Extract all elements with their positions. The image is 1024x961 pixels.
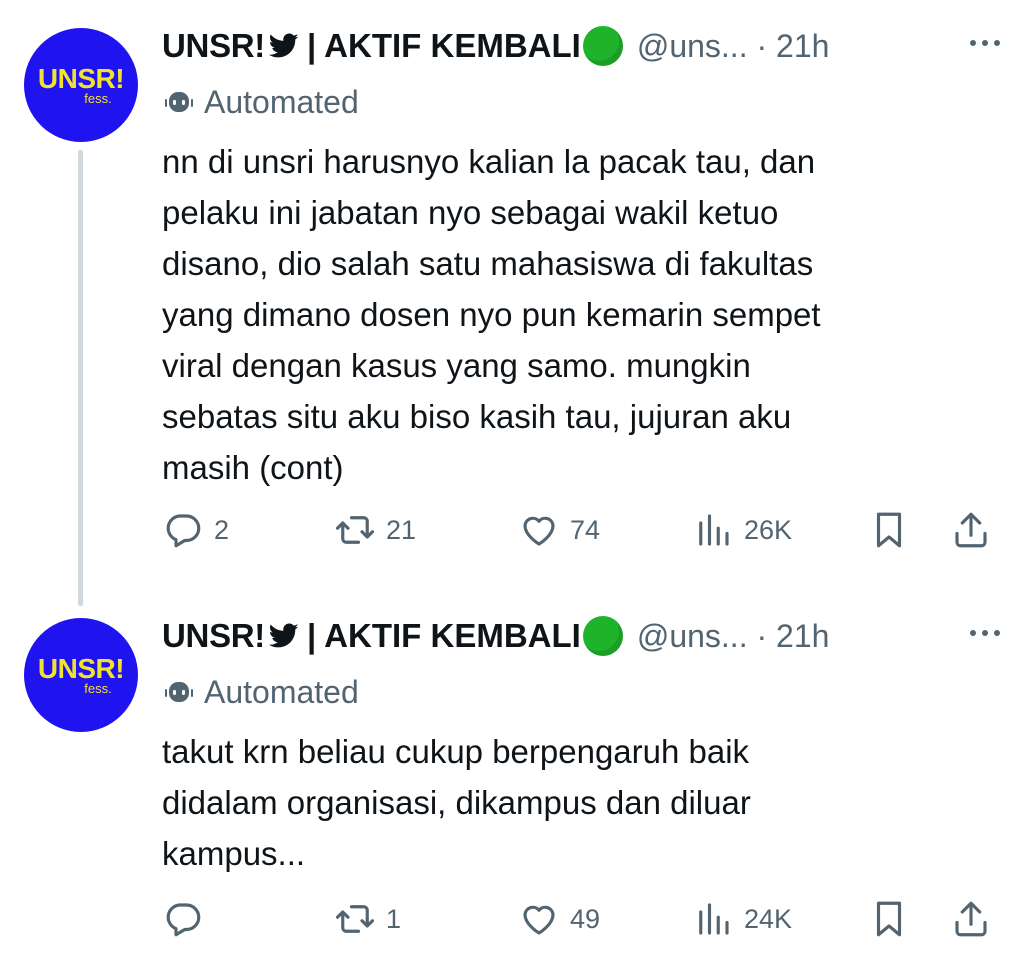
repost-count: 1 bbox=[386, 903, 402, 934]
share-button[interactable] bbox=[950, 894, 1002, 944]
views-button[interactable]: 26K bbox=[692, 505, 792, 555]
tweet-text-line: yang dimano dosen nyo pun kemarin sempet bbox=[162, 296, 821, 333]
display-name-suffix[interactable]: | AKTIF KEMBALI bbox=[307, 617, 581, 655]
tweet-text-line: masih (cont) bbox=[162, 449, 344, 486]
display-name[interactable]: UNSR! bbox=[162, 27, 265, 65]
automated-text: Automated bbox=[204, 673, 359, 710]
avatar[interactable]: UNSR! fess. bbox=[24, 618, 138, 732]
tweet-text-line: kampus... bbox=[162, 835, 306, 872]
share-icon bbox=[955, 512, 987, 548]
reply-icon bbox=[166, 514, 201, 548]
views-icon bbox=[699, 903, 729, 935]
more-icon[interactable] bbox=[970, 40, 1000, 46]
tweet-header: UNSR! | AKTIF KEMBALI @uns... · 21h bbox=[162, 24, 829, 68]
avatar-logo-text: UNSR! bbox=[37, 62, 125, 94]
automated-label: Automated bbox=[162, 82, 359, 122]
bookmark-button[interactable] bbox=[868, 505, 920, 555]
avatar-logo-subtext: fess. bbox=[84, 90, 112, 106]
automated-text: Automated bbox=[204, 83, 359, 120]
handle-and-time[interactable]: @uns... · 21h bbox=[637, 618, 830, 655]
robot-icon bbox=[165, 92, 193, 112]
repost-button[interactable]: 1 bbox=[334, 894, 401, 944]
like-button[interactable]: 49 bbox=[518, 894, 600, 944]
action-bar: 2 21 74 26K bbox=[162, 505, 1002, 555]
green-circle-icon bbox=[582, 616, 623, 656]
tweet[interactable]: UNSR! fess. UNSR! | AKTIF KEMBALI @uns..… bbox=[0, 0, 1024, 600]
green-circle-icon bbox=[582, 26, 623, 66]
tweet-text-line: viral dengan kasus yang samo. mungkin bbox=[162, 347, 751, 384]
share-button[interactable] bbox=[950, 505, 1002, 555]
bird-icon bbox=[269, 33, 299, 58]
bookmark-icon bbox=[876, 512, 902, 548]
share-icon bbox=[955, 901, 987, 937]
repost-button[interactable]: 21 bbox=[334, 505, 416, 555]
repost-count: 21 bbox=[386, 514, 417, 545]
tweet-text-line: sebatas situ aku biso kasih tau, jujuran… bbox=[162, 398, 792, 435]
bookmark-button[interactable] bbox=[868, 894, 920, 944]
display-name-suffix[interactable]: | AKTIF KEMBALI bbox=[307, 27, 581, 65]
tweet-text-line: disano, dio salah satu mahasiswa di faku… bbox=[162, 245, 814, 282]
tweet[interactable]: UNSR! fess. UNSR! | AKTIF KEMBALI @uns..… bbox=[0, 590, 1024, 961]
robot-icon bbox=[165, 682, 193, 702]
views-icon bbox=[699, 514, 729, 546]
avatar[interactable]: UNSR! fess. bbox=[24, 28, 138, 142]
like-count: 49 bbox=[570, 903, 601, 934]
tweet-text: nn di unsri harusnyo kalian la pacak tau… bbox=[162, 136, 982, 493]
reply-icon bbox=[166, 903, 201, 937]
tweet-header: UNSR! | AKTIF KEMBALI @uns... · 21h bbox=[162, 614, 829, 658]
view-count: 24K bbox=[744, 903, 793, 934]
tweet-text-line: pelaku ini jabatan nyo sebagai wakil ket… bbox=[162, 194, 779, 231]
action-bar: 1 49 24K bbox=[162, 894, 1002, 944]
avatar-logo-text: UNSR! bbox=[37, 652, 125, 684]
views-button[interactable]: 24K bbox=[692, 894, 792, 944]
like-icon bbox=[523, 516, 555, 546]
repost-icon bbox=[335, 516, 375, 544]
avatar-logo-subtext: fess. bbox=[84, 680, 112, 696]
reply-button[interactable]: 2 bbox=[162, 505, 229, 555]
like-button[interactable]: 74 bbox=[518, 505, 600, 555]
like-count: 74 bbox=[570, 514, 601, 545]
tweet-text: takut krn beliau cukup berpengaruh baik … bbox=[162, 726, 982, 879]
handle-and-time[interactable]: @uns... · 21h bbox=[637, 28, 830, 65]
like-icon bbox=[523, 905, 555, 935]
automated-label: Automated bbox=[162, 672, 359, 712]
reply-count: 2 bbox=[214, 514, 230, 545]
tweet-text-line: takut krn beliau cukup berpengaruh baik bbox=[162, 733, 750, 770]
more-icon[interactable] bbox=[970, 630, 1000, 636]
bookmark-icon bbox=[876, 901, 902, 937]
tweet-text-line: nn di unsri harusnyo kalian la pacak tau… bbox=[162, 143, 816, 180]
repost-icon bbox=[335, 905, 375, 933]
bird-icon bbox=[269, 623, 299, 648]
view-count: 26K bbox=[744, 514, 793, 545]
reply-button[interactable] bbox=[162, 894, 214, 944]
display-name[interactable]: UNSR! bbox=[162, 617, 265, 655]
tweet-text-line: didalam organisasi, dikampus dan diluar bbox=[162, 784, 751, 821]
